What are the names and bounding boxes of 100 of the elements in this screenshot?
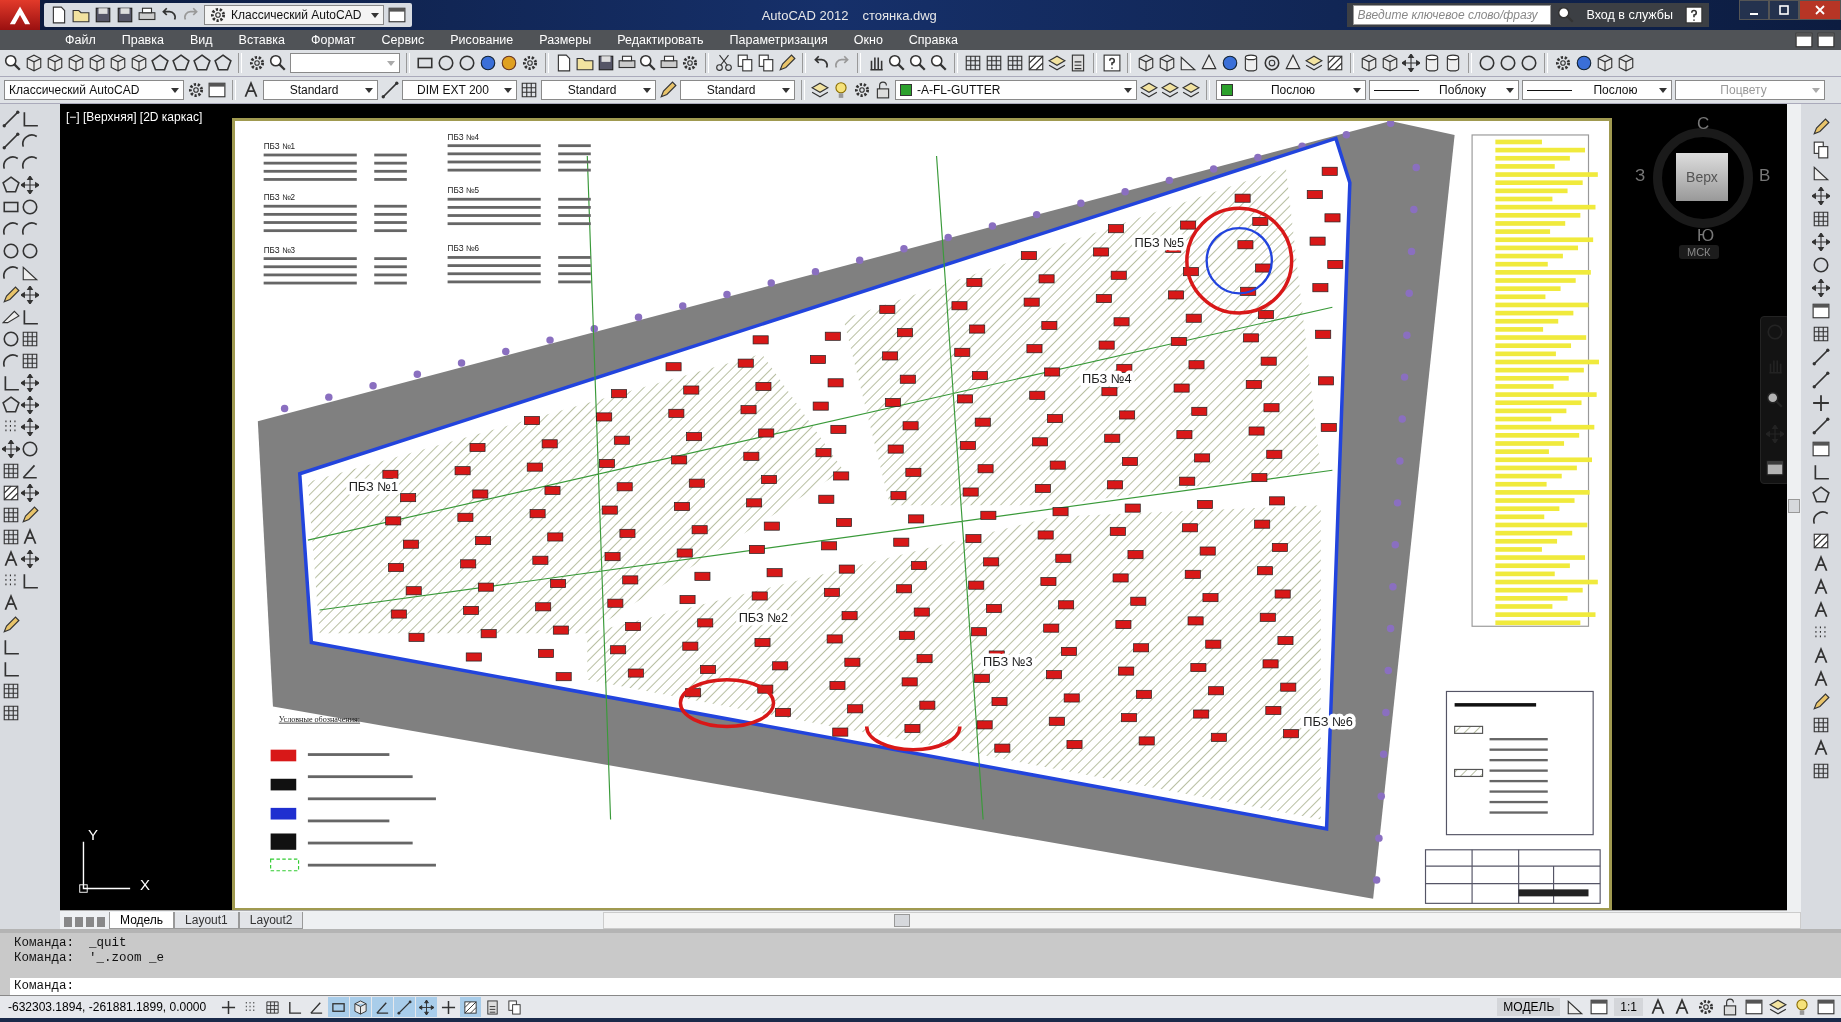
cylinder-icon[interactable] [1423,54,1441,72]
lock-icon[interactable] [1721,998,1739,1016]
letter-icon[interactable] [1812,647,1830,665]
text-style-dropdown[interactable]: Standard [263,80,378,100]
pencil-icon[interactable] [2,286,20,304]
menu-item[interactable]: Окно [840,33,896,47]
menu-item[interactable]: Вид [176,33,226,47]
cube-icon[interactable] [130,54,148,72]
letter-icon[interactable] [2,550,20,568]
cube-icon[interactable] [88,54,106,72]
compass-label[interactable]: Ю [1697,226,1715,246]
grid-icon[interactable] [2,704,20,722]
triangle-icon[interactable] [1812,164,1830,182]
workspace-dropdown[interactable]: Классический AutoCAD [4,80,184,100]
letter-icon[interactable] [1812,555,1830,573]
doc-icon[interactable] [50,6,68,24]
menu-item[interactable]: Параметризация [716,33,841,47]
zoom-icon[interactable] [269,54,287,72]
circle-icon[interactable] [1478,54,1496,72]
move-icon[interactable] [21,418,39,436]
polygon-icon[interactable] [2,176,20,194]
hatch-icon[interactable] [2,484,20,502]
copy-icon[interactable] [757,54,775,72]
corner-icon[interactable] [21,110,39,128]
help-icon[interactable] [1685,6,1703,24]
maximize-button[interactable] [1769,0,1799,20]
cube-icon[interactable] [109,54,127,72]
sphere-icon[interactable] [479,54,497,72]
scroll-thumb[interactable] [894,914,911,927]
sign-in-button[interactable]: Вход в службы [1580,8,1679,22]
arc-icon[interactable] [21,220,39,238]
circle-icon[interactable] [437,54,455,72]
circle-icon[interactable] [21,440,39,458]
window-icon[interactable] [1817,998,1835,1016]
polygon-icon[interactable] [151,54,169,72]
triangle-icon[interactable] [1179,54,1197,72]
grid-icon[interactable] [1812,210,1830,228]
letter-icon[interactable] [242,81,260,99]
status-toggle-button[interactable] [328,997,349,1017]
menu-item[interactable]: Вставка [225,33,299,47]
gear-icon[interactable] [521,54,539,72]
circle-icon[interactable] [458,54,476,72]
pencil-icon[interactable] [21,506,39,524]
sphere-icon[interactable] [1221,54,1239,72]
vertical-scrollbar[interactable] [1787,104,1801,911]
minimize-button[interactable] [1739,0,1769,20]
letter-icon[interactable] [21,528,39,546]
color-dropdown[interactable]: Послою [1216,80,1366,100]
circle-icon[interactable] [21,242,39,260]
move-icon[interactable] [21,286,39,304]
grid-icon[interactable] [985,54,1003,72]
arc-icon[interactable] [21,154,39,172]
layer-dropdown[interactable]: -A-FL-GUTTER [895,80,1137,100]
window-icon[interactable] [388,6,406,24]
grid-icon[interactable] [1812,325,1830,343]
move-icon[interactable] [1812,187,1830,205]
cube-icon[interactable] [1617,54,1635,72]
viewport-controls-label[interactable]: [−] [Верхняя] [2D каркас] [66,110,203,124]
arc-icon[interactable] [2,154,20,172]
cube-icon[interactable] [67,54,85,72]
circle-icon[interactable] [21,198,39,216]
grid-icon[interactable] [21,330,39,348]
window-icon[interactable] [1817,31,1835,49]
menu-item[interactable]: Рисование [437,33,527,47]
status-toggle-button[interactable] [416,997,437,1017]
letter-icon[interactable] [1812,739,1830,757]
arc-icon[interactable] [2,220,20,238]
lock-icon[interactable] [874,81,892,99]
move-icon[interactable] [1402,54,1420,72]
cube-icon[interactable] [1381,54,1399,72]
zoom-icon[interactable] [4,54,22,72]
menu-item[interactable]: Редактировать [604,33,717,47]
grid-icon[interactable] [2,462,20,480]
zoom-icon[interactable] [1556,6,1575,24]
angle-icon[interactable] [21,462,39,480]
cube-icon[interactable] [1137,54,1155,72]
linetype-dropdown[interactable]: Поблоку [1369,80,1519,100]
menu-item[interactable]: Файл [52,33,109,47]
circle-icon[interactable] [1520,54,1538,72]
polygon-icon[interactable] [1812,486,1830,504]
annotation-scale-button[interactable]: 1:1 [1614,998,1643,1016]
copy-icon[interactable] [736,54,754,72]
layers-icon[interactable] [1048,54,1066,72]
grid-icon[interactable] [520,81,538,99]
crosshair-icon[interactable] [1812,394,1830,412]
compass-label[interactable]: В [1759,166,1771,186]
corner-icon[interactable] [2,374,20,392]
grid-icon[interactable] [964,54,982,72]
corner-icon[interactable] [1812,463,1830,481]
status-toggle-button[interactable] [460,997,481,1017]
grid-icon[interactable] [2,506,20,524]
scroll-thumb[interactable] [1788,499,1800,513]
zoom-icon[interactable] [639,54,657,72]
grid-icon[interactable] [21,352,39,370]
application-menu-button[interactable] [0,0,40,30]
layout-tab[interactable]: Layout2 [238,912,304,929]
polygon-icon[interactable] [193,54,211,72]
sphere-icon[interactable] [1575,54,1593,72]
hand-icon[interactable] [867,54,885,72]
model-space-button[interactable]: МОДЕЛЬ [1497,998,1561,1016]
